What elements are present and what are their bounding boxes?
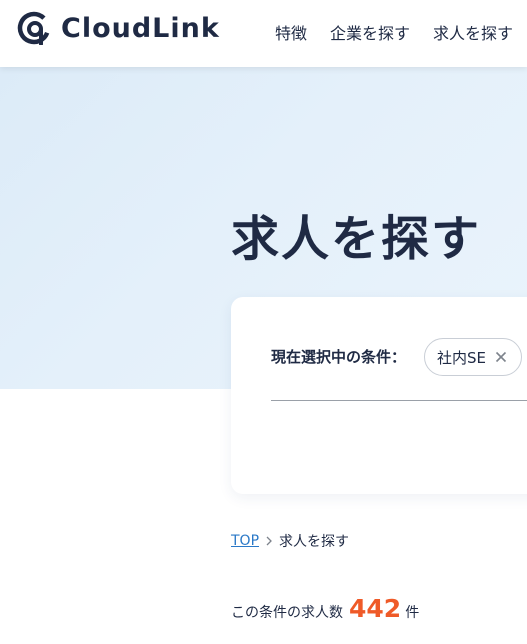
page-title: 求人を探す xyxy=(231,211,482,267)
breadcrumb: TOP 求人を探す xyxy=(231,531,349,551)
conditions-divider xyxy=(271,400,527,401)
nav-item-companies[interactable]: 企業を探す xyxy=(330,20,410,44)
close-icon[interactable] xyxy=(495,351,507,363)
result-count: この条件の求人数 442 件 xyxy=(231,594,419,623)
breadcrumb-current: 求人を探す xyxy=(279,534,350,550)
breadcrumb-top-link[interactable]: TOP xyxy=(231,533,259,549)
site-header: CloudLink 特徴 企業を探す 求人を探す xyxy=(0,0,527,67)
logo[interactable]: CloudLink xyxy=(17,11,220,45)
result-count-value: 442 xyxy=(349,594,402,623)
conditions-card: 現在選択中の条件： 社内SE xyxy=(231,297,527,494)
nav-item-features[interactable]: 特徴 xyxy=(275,20,307,44)
nav-item-jobs[interactable]: 求人を探す xyxy=(433,20,513,44)
result-count-unit: 件 xyxy=(405,605,420,621)
condition-chip-label: 社内SE xyxy=(437,348,486,367)
condition-chip[interactable]: 社内SE xyxy=(424,338,522,376)
logo-text: CloudLink xyxy=(61,12,220,44)
chevron-right-icon xyxy=(265,536,273,546)
cloudlink-logo-icon xyxy=(17,11,51,45)
main-nav: 特徴 企業を探す 求人を探す xyxy=(275,20,527,44)
result-count-label: この条件の求人数 xyxy=(231,605,343,621)
conditions-label: 現在選択中の条件： xyxy=(271,348,407,366)
